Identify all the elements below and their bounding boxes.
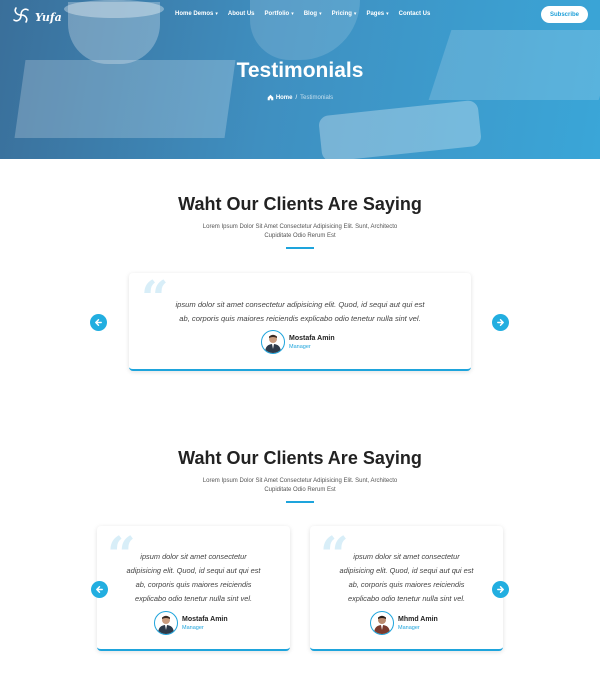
section1-subtitle-line1: Lorem Ipsum Dolor Sit Amet Consectetur A… [202, 224, 398, 230]
arrow-right-icon [497, 586, 504, 593]
menu-item-label: Pages [366, 11, 385, 17]
chevron-down-icon: ▾ [386, 11, 389, 17]
testimonial-card: “ ipsum dolor sit amet consectetur adipi… [310, 526, 503, 651]
testimonial-text-line: ab, corporis quis maiores reiciendis [348, 580, 465, 589]
subscribe-button[interactable]: Subscribe [541, 6, 588, 23]
testimonial-text-line: ipsum dolor sit amet consectetur adipisi… [175, 300, 425, 309]
avatar [154, 611, 178, 635]
section2-subtitle-line1: Lorem Ipsum Dolor Sit Amet Consectetur A… [202, 478, 398, 484]
author-info: Mhmd Amin Manager [398, 616, 438, 631]
section1-subtitle-line2: Cupiditate Odio Rerum Est [264, 233, 336, 239]
carousel1-next-button[interactable] [492, 314, 509, 331]
breadcrumb-separator: / [295, 94, 298, 101]
author-role: Manager [398, 624, 420, 631]
menu-item-label: Blog [303, 11, 318, 17]
section1-divider [286, 247, 314, 249]
top-navigation: Yufa Home Demos ▾ About Us Portfolio ▾ Blo… [0, 0, 600, 30]
menu-item-label: Home Demos [175, 11, 214, 17]
brand-name: Yufa [35, 11, 62, 24]
section2-title: Waht Our Clients Are Saying [178, 448, 422, 468]
hero-banner: Yufa Home Demos ▾ About Us Portfolio ▾ Blo… [0, 0, 600, 159]
menu-item-blog[interactable]: Blog ▾ [304, 11, 322, 17]
testimonial-author: Mhmd Amin Manager [370, 611, 438, 635]
menu-item-home-demos[interactable]: Home Demos ▾ [175, 11, 218, 17]
author-name: Mhmd Amin [398, 615, 438, 623]
main-menu: Home Demos ▾ About Us Portfolio ▾ Blog ▾ Pr… [175, 11, 440, 17]
menu-item-pages[interactable]: Pages ▾ [366, 11, 388, 17]
author-info: Mostafa Amin Manager [289, 335, 335, 350]
hero-background-phone [318, 99, 482, 159]
testimonial-text-line: ipsum dolor sit amet consectetur [140, 552, 247, 561]
breadcrumb-home-label: Home [275, 94, 293, 101]
testimonial-author: Mostafa Amin Manager [261, 330, 335, 354]
avatar [261, 330, 285, 354]
arrow-right-icon [497, 319, 504, 326]
menu-item-portfolio[interactable]: Portfolio ▾ [265, 11, 294, 17]
menu-item-label: Pricing [331, 11, 352, 17]
menu-item-label: About Us [227, 11, 255, 17]
chevron-down-icon: ▾ [215, 11, 218, 17]
author-role: Manager [182, 624, 204, 631]
author-name: Mostafa Amin [182, 615, 228, 623]
testimonial-text-line: ipsum dolor sit amet consectetur [353, 552, 460, 561]
section2-divider [286, 501, 314, 503]
testimonial-card: “ ipsum dolor sit amet consectetur adipi… [97, 526, 290, 651]
carousel2-next-button[interactable] [492, 581, 509, 598]
page-title: Testimonials [236, 59, 364, 82]
menu-item-about-us[interactable]: About Us [228, 11, 255, 17]
breadcrumb: Home / Testimonials [0, 94, 600, 101]
menu-item-label: Contact Us [398, 11, 431, 17]
author-info: Mostafa Amin Manager [182, 616, 228, 631]
testimonial-card: “ ipsum dolor sit amet consectetur adipi… [129, 273, 471, 371]
testimonial-text: ipsum dolor sit amet consectetur adipisi… [97, 550, 290, 606]
testimonial-text: ipsum dolor sit amet consectetur adipisi… [310, 550, 503, 606]
section2-subtitle-line2: Cupiditate Odio Rerum Est [264, 487, 336, 493]
arrow-left-icon [95, 319, 102, 326]
menu-item-pricing[interactable]: Pricing ▾ [332, 11, 357, 17]
author-name: Mostafa Amin [289, 334, 335, 342]
testimonial-text-line: explicabo odio tenetur nulla sint vel. [347, 594, 466, 603]
avatar [370, 611, 394, 635]
testimonial-text: ipsum dolor sit amet consectetur adipisi… [129, 298, 471, 326]
arrow-left-icon [96, 586, 103, 593]
chevron-down-icon: ▾ [319, 11, 322, 17]
testimonial-text-line: adipisicing elit. Quod, id sequi aut qui… [126, 566, 261, 575]
testimonial-text-line: ab, corporis quis maiores reiciendis [135, 580, 252, 589]
home-icon [267, 94, 274, 101]
carousel2-prev-button[interactable] [91, 581, 108, 598]
chevron-down-icon: ▾ [291, 11, 294, 17]
author-role: Manager [289, 343, 311, 350]
testimonial-text-line: ab, corporis quis maiores reiciendis exp… [179, 314, 421, 323]
chevron-down-icon: ▾ [353, 11, 357, 17]
testimonial-text-line: adipisicing elit. Quod, id sequi aut qui… [339, 566, 474, 575]
carousel1-prev-button[interactable] [90, 314, 107, 331]
breadcrumb-home-link[interactable]: Home [267, 94, 293, 101]
swirl-logo-icon [11, 5, 31, 30]
testimonial-author: Mostafa Amin Manager [154, 611, 228, 635]
menu-item-contact-us[interactable]: Contact Us [399, 11, 431, 17]
section1-title: Waht Our Clients Are Saying [178, 194, 422, 214]
testimonial-text-line: explicabo odio tenetur nulla sint vel. [134, 594, 253, 603]
brand-logo[interactable]: Yufa [11, 5, 62, 30]
breadcrumb-current: Testimonials [300, 94, 334, 101]
menu-item-label: Portfolio [264, 11, 290, 17]
